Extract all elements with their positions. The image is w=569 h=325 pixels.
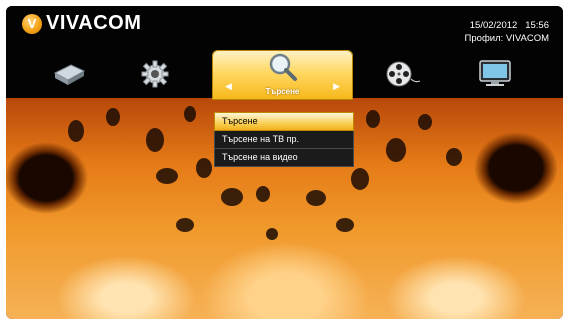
date-text: 15/02/2012 [469,20,518,31]
film-reel-icon [386,61,421,87]
nav-item-storage[interactable] [48,56,90,92]
vivacom-logo-mark: V [22,13,42,34]
vivacom-logo-text: VIVACOM [46,12,142,34]
nav-item-settings[interactable] [134,56,176,92]
search-submenu: Търсене Търсене на ТВ пр. Търсене на вид… [214,112,354,167]
tv-monitor-icon [479,60,511,86]
nav-item-tv[interactable] [474,56,516,92]
nav-item-video[interactable] [382,56,424,92]
submenu-item-search[interactable]: Търсене [214,112,354,131]
nav-item-search[interactable]: ◀ Търсене ▶ [212,50,353,100]
nav-item-label: Търсене [265,87,300,96]
gear-icon [141,60,169,88]
submenu-item-search-tv[interactable]: Търсене на ТВ пр. [214,131,354,149]
profile-text: Профил: VIVACOM [464,33,549,44]
top-bar: V VIVACOM 15/02/2012 15:56 Профил: VIVAC… [6,6,563,100]
main-menu-bar: ◀ Търсене ▶ [6,50,563,100]
disk-drive-icon [53,64,86,85]
status-area: 15/02/2012 15:56 Профил: VIVACOM [465,19,549,45]
vivacom-logo: V VIVACOM [22,12,141,35]
submenu-item-search-video[interactable]: Търсене на видео [214,149,354,167]
time-text: 15:56 [525,20,549,31]
nav-arrow-right-icon[interactable]: ▶ [333,81,340,92]
tv-screen: V VIVACOM 15/02/2012 15:56 Профил: VIVAC… [6,6,563,319]
search-icon [265,52,301,87]
